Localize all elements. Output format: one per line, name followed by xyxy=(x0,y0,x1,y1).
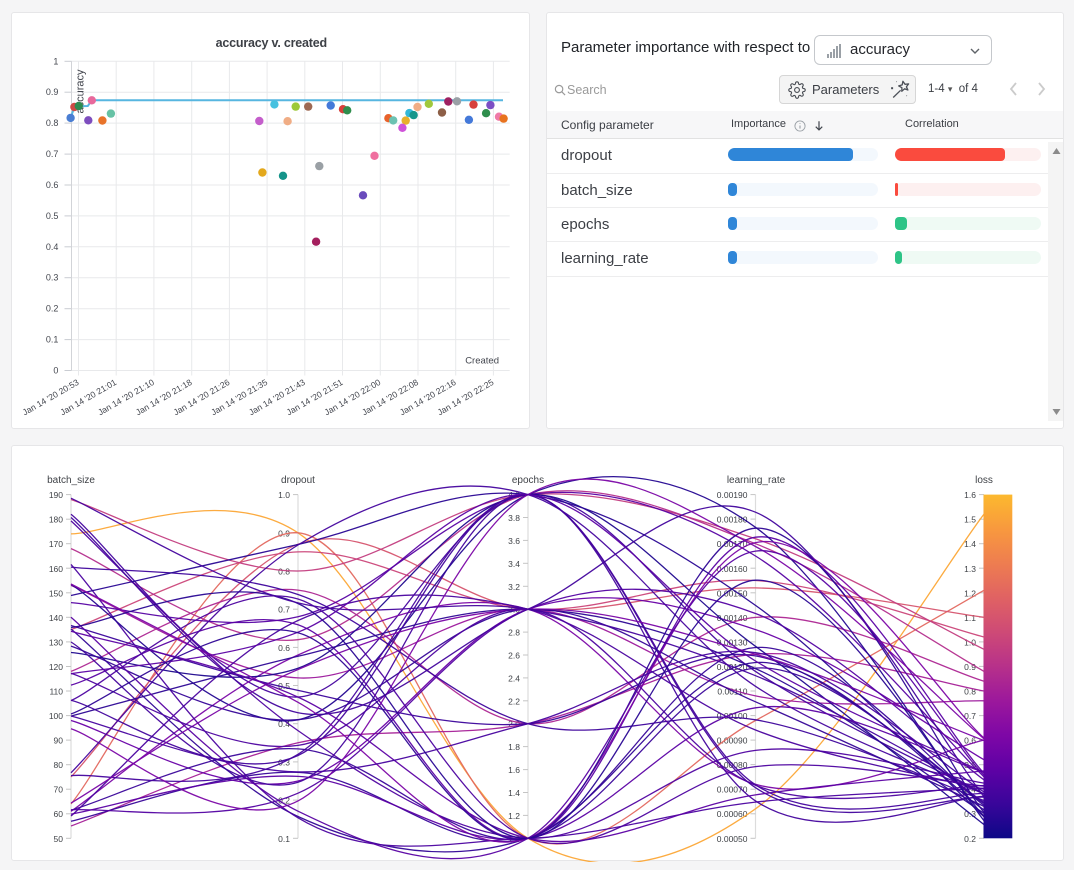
svg-text:0.00090: 0.00090 xyxy=(717,736,748,746)
svg-text:0.1: 0.1 xyxy=(46,335,59,345)
svg-text:150: 150 xyxy=(49,588,63,598)
svg-text:loss: loss xyxy=(975,475,993,486)
svg-text:140: 140 xyxy=(49,613,63,623)
svg-text:1.2: 1.2 xyxy=(508,811,520,821)
svg-text:0.00140: 0.00140 xyxy=(717,613,748,623)
svg-text:0.00070: 0.00070 xyxy=(717,785,748,795)
svg-text:2.6: 2.6 xyxy=(508,651,520,661)
svg-text:120: 120 xyxy=(49,662,63,672)
svg-text:0.6: 0.6 xyxy=(278,643,290,653)
svg-text:3.4: 3.4 xyxy=(508,559,520,569)
svg-text:0.2: 0.2 xyxy=(964,834,976,844)
svg-text:1.6: 1.6 xyxy=(964,490,976,500)
svg-text:170: 170 xyxy=(49,539,63,549)
svg-text:0.7: 0.7 xyxy=(46,149,59,159)
svg-text:1.4: 1.4 xyxy=(964,539,976,549)
svg-text:3.8: 3.8 xyxy=(508,513,520,523)
svg-text:0.8: 0.8 xyxy=(46,118,59,128)
svg-text:100: 100 xyxy=(49,711,63,721)
svg-text:0.5: 0.5 xyxy=(46,211,59,221)
svg-text:180: 180 xyxy=(49,515,63,525)
svg-text:dropout: dropout xyxy=(281,475,315,486)
svg-text:50: 50 xyxy=(54,834,64,844)
svg-text:0.9: 0.9 xyxy=(46,87,59,97)
svg-text:1.6: 1.6 xyxy=(508,765,520,775)
svg-text:1: 1 xyxy=(53,56,58,66)
svg-text:0.00190: 0.00190 xyxy=(717,490,748,500)
svg-text:90: 90 xyxy=(54,736,64,746)
svg-text:3.2: 3.2 xyxy=(508,582,520,592)
svg-text:1.4: 1.4 xyxy=(508,788,520,798)
svg-text:Created: Created xyxy=(465,356,499,367)
svg-text:0.00050: 0.00050 xyxy=(717,834,748,844)
svg-text:0.4: 0.4 xyxy=(46,242,59,252)
svg-text:0.8: 0.8 xyxy=(278,567,290,577)
svg-text:2.8: 2.8 xyxy=(508,628,520,638)
svg-text:0.00130: 0.00130 xyxy=(717,637,748,647)
svg-text:0.1: 0.1 xyxy=(278,834,290,844)
svg-text:0.2: 0.2 xyxy=(46,304,59,314)
svg-text:130: 130 xyxy=(49,637,63,647)
svg-text:1.0: 1.0 xyxy=(278,490,290,500)
svg-text:learning_rate: learning_rate xyxy=(727,475,786,486)
svg-text:0.6: 0.6 xyxy=(46,180,59,190)
svg-text:accuracy v. created: accuracy v. created xyxy=(216,36,327,50)
svg-text:60: 60 xyxy=(54,809,64,819)
svg-text:190: 190 xyxy=(49,490,63,500)
svg-text:110: 110 xyxy=(49,687,63,697)
svg-text:160: 160 xyxy=(49,564,63,574)
svg-text:80: 80 xyxy=(54,760,64,770)
svg-text:0.3: 0.3 xyxy=(46,273,59,283)
svg-text:70: 70 xyxy=(54,785,64,795)
svg-text:1.2: 1.2 xyxy=(964,588,976,598)
svg-text:1.8: 1.8 xyxy=(508,742,520,752)
svg-text:0.7: 0.7 xyxy=(278,605,290,615)
svg-text:2.2: 2.2 xyxy=(508,696,520,706)
svg-text:batch_size: batch_size xyxy=(47,475,95,486)
svg-text:epochs: epochs xyxy=(512,475,544,486)
svg-text:3.6: 3.6 xyxy=(508,536,520,546)
svg-text:2.4: 2.4 xyxy=(508,673,520,683)
svg-text:1.3: 1.3 xyxy=(964,564,976,574)
svg-text:0: 0 xyxy=(53,366,58,376)
svg-text:1.5: 1.5 xyxy=(964,515,976,525)
